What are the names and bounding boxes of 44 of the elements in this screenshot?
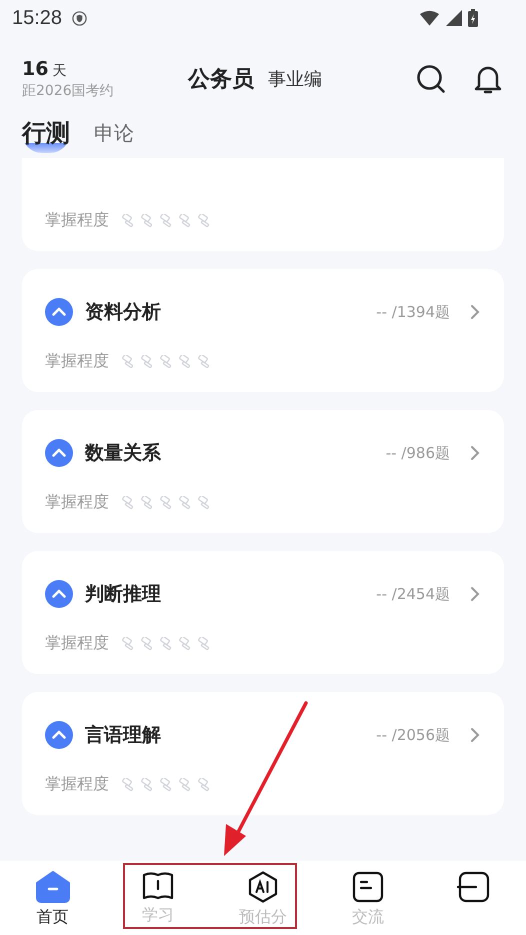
collapse-icon[interactable] <box>45 439 73 467</box>
mastery-label: 掌握程度 <box>45 633 109 654</box>
subject-card[interactable]: 资料分析 -- /1394题 掌握程度 <box>22 269 504 392</box>
collapse-icon[interactable] <box>45 298 73 326</box>
question-count: -- /2056题 <box>376 726 450 744</box>
exam-title[interactable]: 公务员 <box>188 64 254 94</box>
chevron-right-icon[interactable] <box>470 304 480 320</box>
subject-card[interactable]: 数量关系 -- /986题 掌握程度 <box>22 410 504 533</box>
collapse-icon[interactable] <box>45 721 73 749</box>
chevron-right-icon[interactable] <box>470 445 480 461</box>
battery-icon <box>468 9 478 27</box>
countdown-number: 16 <box>22 58 48 80</box>
bell-icon[interactable] <box>474 64 502 94</box>
home-icon <box>36 871 70 903</box>
subject-card[interactable]: 判断推理 -- /2454题 掌握程度 <box>22 551 504 674</box>
signal-icon <box>446 10 462 26</box>
search-icon[interactable] <box>416 64 446 94</box>
subject-card[interactable]: 言语理解 -- /2056题 掌握程度 <box>22 692 504 815</box>
status-time: 15:28 <box>12 6 62 30</box>
subject-name: 资料分析 <box>85 300 161 325</box>
book-icon <box>142 871 174 901</box>
hexagon-icon <box>247 871 279 903</box>
question-count: -- /986题 <box>386 444 450 462</box>
mastery-label: 掌握程度 <box>45 774 109 795</box>
nav-tab[interactable]: 首页 <box>0 865 106 935</box>
mastery-label: 掌握程度 <box>45 351 109 372</box>
wifi-icon <box>419 10 440 26</box>
mastery-label: 掌握程度 <box>45 210 109 231</box>
mastery-label: 掌握程度 <box>45 492 109 513</box>
face-icon <box>456 871 490 903</box>
chevron-right-icon[interactable] <box>470 727 480 743</box>
question-count: -- /2454题 <box>376 584 450 604</box>
shield-icon <box>72 10 88 26</box>
subject-name: 数量关系 <box>85 441 161 466</box>
countdown-caption: 距2026国考约 <box>22 82 115 100</box>
subject-name: 言语理解 <box>85 723 161 748</box>
collapse-icon[interactable] <box>45 580 73 608</box>
question-count: -- /1394题 <box>376 302 450 322</box>
subject-tab[interactable]: 申论 <box>94 120 134 150</box>
subject-name: 判断推理 <box>85 582 161 607</box>
square-icon <box>352 871 384 903</box>
exam-subtitle[interactable]: 事业编 <box>268 67 322 91</box>
countdown-unit: 天 <box>52 62 66 80</box>
chevron-right-icon[interactable] <box>470 586 480 602</box>
